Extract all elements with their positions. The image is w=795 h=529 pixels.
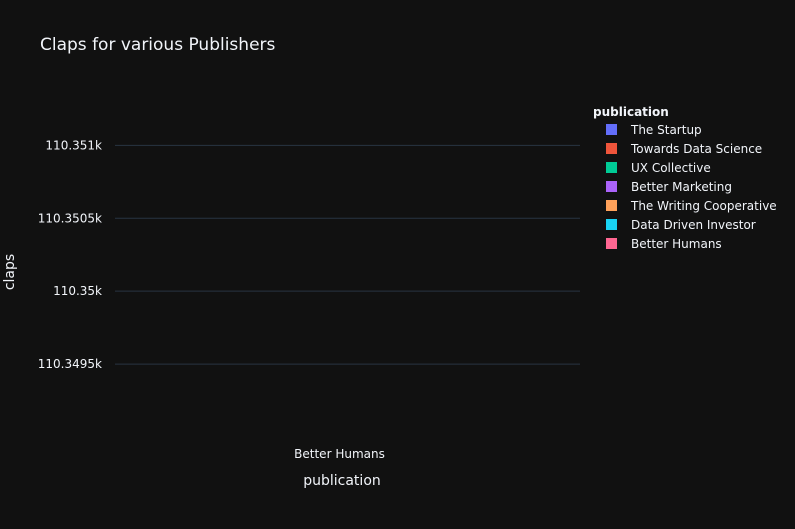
legend-swatch bbox=[606, 124, 617, 135]
legend-item[interactable]: Better Humans bbox=[606, 237, 722, 251]
y-tick-label: 110.3505k bbox=[38, 211, 102, 225]
legend-label: UX Collective bbox=[631, 161, 711, 175]
y-tick-label: 110.3495k bbox=[38, 357, 102, 371]
legend-label: The Startup bbox=[630, 123, 702, 137]
gridlines bbox=[115, 144, 580, 365]
legend-item[interactable]: Towards Data Science bbox=[606, 142, 762, 156]
y-tick-label: 110.35k bbox=[53, 284, 102, 298]
legend-label: Towards Data Science bbox=[630, 142, 762, 156]
legend-label: The Writing Cooperative bbox=[630, 199, 777, 213]
legend-label: Data Driven Investor bbox=[631, 218, 756, 232]
legend-item[interactable]: The Startup bbox=[606, 123, 702, 137]
legend-swatch bbox=[606, 238, 617, 249]
legend-swatch bbox=[606, 181, 617, 192]
legend-swatch bbox=[606, 143, 617, 154]
x-axis-title: publication bbox=[303, 473, 381, 489]
chart: Claps for various Publishers 110.3495k 11… bbox=[0, 0, 795, 525]
legend-swatch bbox=[606, 200, 617, 211]
legend-item[interactable]: UX Collective bbox=[606, 161, 711, 175]
legend-swatch bbox=[606, 219, 617, 230]
x-tick-label: Better Humans bbox=[294, 447, 385, 461]
legend-item[interactable]: Better Marketing bbox=[606, 180, 732, 194]
y-tick-label: 110.351k bbox=[45, 138, 102, 152]
legend-label: Better Humans bbox=[631, 237, 722, 251]
chart-svg: Claps for various Publishers 110.3495k11… bbox=[2, 35, 777, 489]
legend-title: publication bbox=[593, 105, 669, 119]
legend-item[interactable]: Data Driven Investor bbox=[606, 218, 756, 232]
legend-label: Better Marketing bbox=[631, 180, 732, 194]
y-axis-ticks: 110.3495k 110.35k 110.3505k 110.351k bbox=[38, 138, 102, 371]
x-axis-ticks: Better Humans bbox=[294, 447, 385, 461]
legend-swatch bbox=[606, 162, 617, 173]
legend: publication The Startup Towards Data Scie… bbox=[593, 105, 777, 251]
chart-title: Claps for various Publishers bbox=[40, 35, 276, 55]
y-axis-title: claps bbox=[2, 254, 18, 290]
legend-item[interactable]: The Writing Cooperative bbox=[606, 199, 777, 213]
